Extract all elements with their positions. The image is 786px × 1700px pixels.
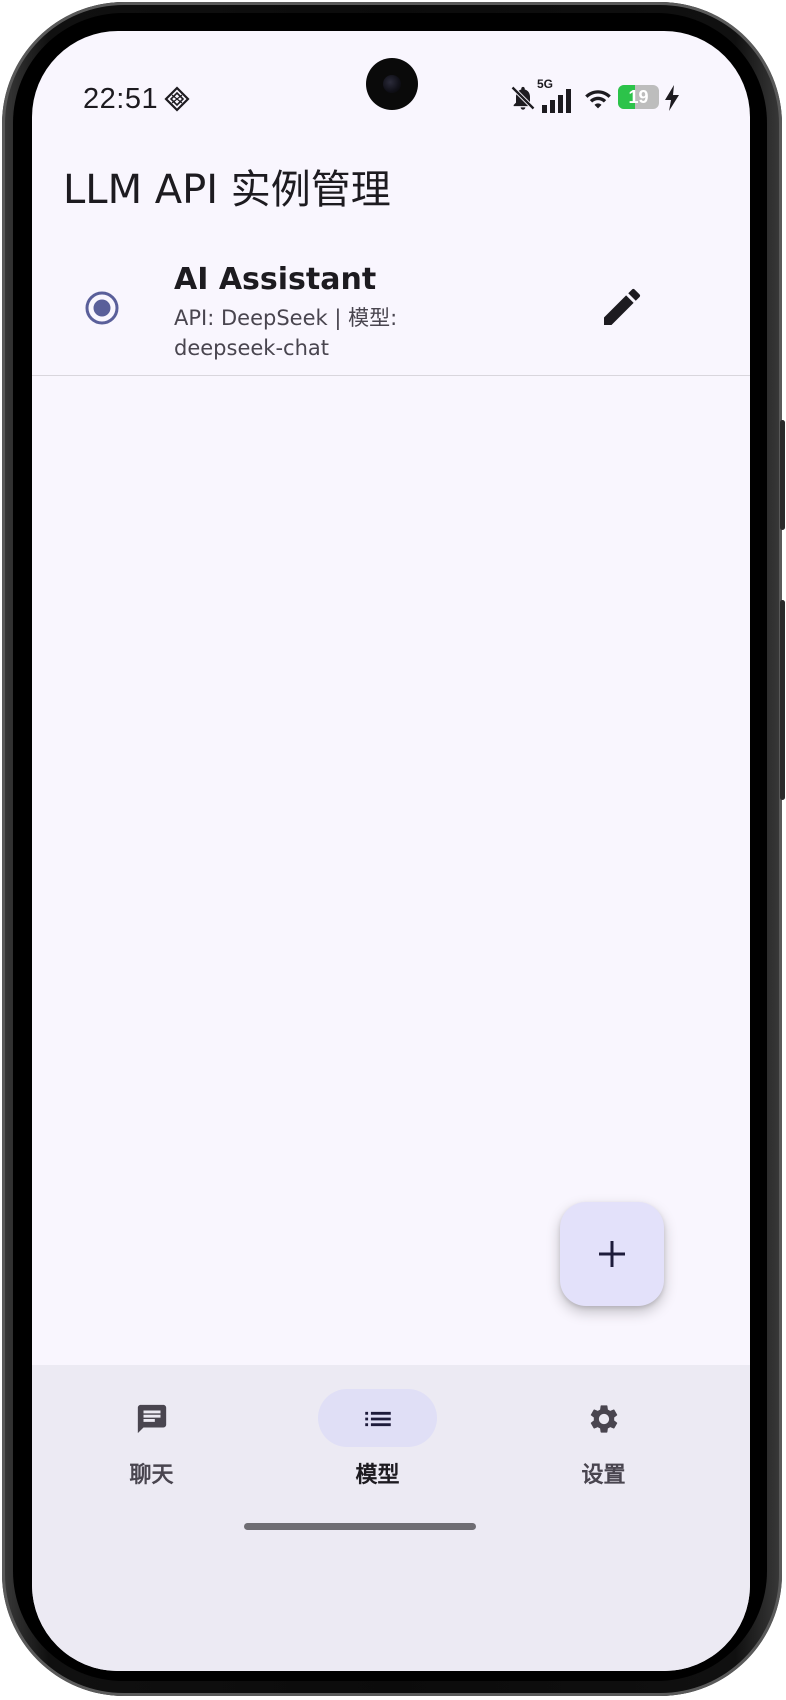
nav-label-models: 模型: [355, 1463, 400, 1488]
wifi-icon: [585, 90, 611, 109]
instance-name: AI Assistant: [174, 262, 377, 297]
instance-details: API: DeepSeek | 模型: deepseek-chat: [174, 306, 398, 360]
nav-label-chat: 聊天: [129, 1463, 174, 1488]
volume-button: [780, 600, 785, 800]
battery-level: 19: [628, 87, 649, 107]
screen: 22:51 5G 19 LLM API 实例管理 AI Assistant AP…: [32, 31, 750, 1671]
edit-icon[interactable]: [598, 283, 646, 331]
add-instance-button[interactable]: [560, 1202, 664, 1306]
radio-selected-icon[interactable]: [85, 291, 119, 325]
status-bar: 22:51 5G 19: [32, 31, 750, 115]
chat-icon: [137, 1404, 167, 1434]
signal-icon: [542, 89, 571, 113]
home-indicator[interactable]: [244, 1523, 476, 1530]
plus-icon: [599, 1241, 625, 1267]
nav-item-settings[interactable]: 设置: [484, 1365, 723, 1525]
charging-icon: [665, 85, 679, 111]
page-title: LLM API 实例管理: [63, 167, 391, 213]
nav-label-settings: 设置: [581, 1463, 626, 1488]
list-item[interactable]: AI Assistant API: DeepSeek | 模型: deepsee…: [32, 253, 750, 376]
list-icon: [365, 1411, 391, 1427]
status-time: 22:51: [83, 83, 159, 115]
status-icons: 5G 19: [511, 77, 732, 115]
bell-off-icon: [511, 86, 535, 110]
diamond-icon: [164, 86, 190, 112]
gear-icon: [590, 1405, 618, 1433]
nav-icon-container: [544, 1389, 663, 1447]
bottom-navigation: 聊天 模型 设置: [32, 1365, 750, 1671]
nav-item-chat[interactable]: 聊天: [32, 1365, 271, 1525]
device-frame: 22:51 5G 19 LLM API 实例管理 AI Assistant AP…: [0, 0, 786, 1700]
nav-item-models[interactable]: 模型: [258, 1365, 497, 1525]
power-button: [780, 420, 785, 530]
battery-icon: 19: [618, 85, 659, 109]
nav-icon-container: [92, 1389, 211, 1447]
front-camera: [366, 58, 418, 110]
nav-active-indicator: [318, 1389, 437, 1447]
